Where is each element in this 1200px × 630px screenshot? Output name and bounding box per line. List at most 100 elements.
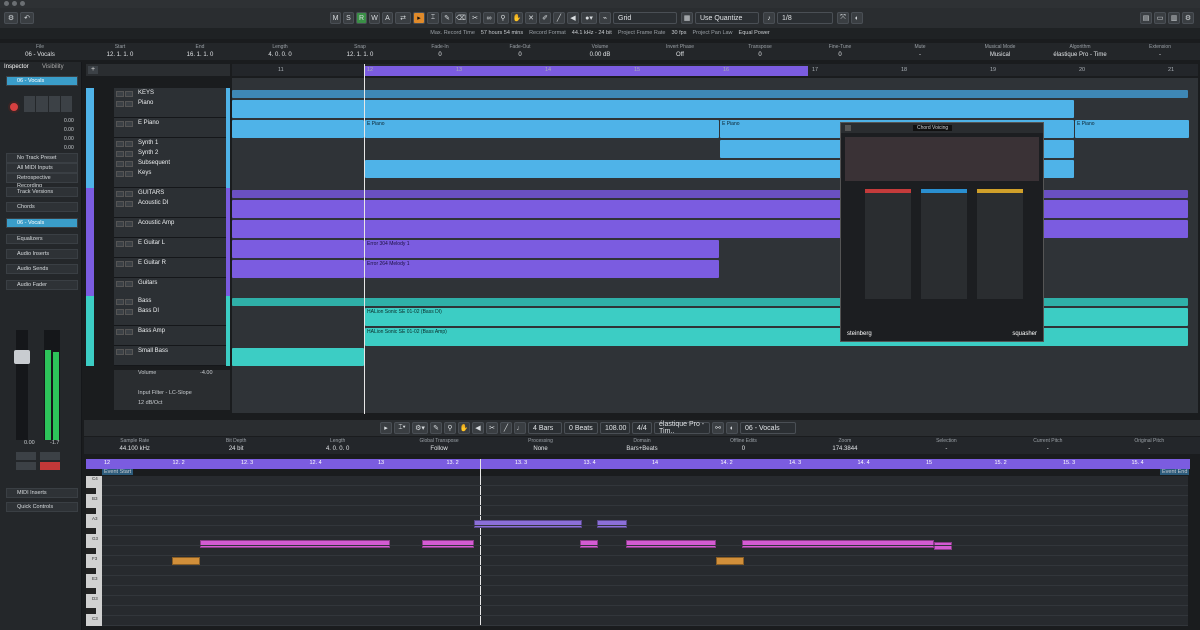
vocal-note[interactable] — [716, 557, 744, 565]
mute-button[interactable] — [116, 121, 124, 127]
fader-mute-button[interactable] — [16, 452, 36, 460]
solo-button[interactable] — [125, 261, 133, 267]
lower-zoom-icon[interactable]: ⚲ — [444, 422, 456, 434]
eguitar-l-event-1[interactable] — [232, 240, 364, 258]
close-dot-icon[interactable] — [4, 1, 9, 6]
section-chords[interactable]: Chords — [6, 202, 78, 212]
layout-left-icon[interactable]: ▤ — [1140, 12, 1152, 24]
mute-button[interactable] — [116, 201, 124, 207]
draw-tool-icon[interactable]: ✐ — [539, 12, 551, 24]
solo-button[interactable] — [125, 161, 133, 167]
fader-cap[interactable] — [14, 350, 30, 364]
mode-r-button[interactable]: R — [356, 12, 367, 24]
vocal-note[interactable] — [422, 540, 474, 548]
line-tool-icon[interactable]: ╱ — [553, 12, 565, 24]
solo-button[interactable] — [125, 349, 133, 355]
lower-info-field[interactable]: Sample Rate 44.100 kHz — [84, 437, 185, 454]
acoustic-amp-event[interactable] — [232, 220, 1188, 238]
bass-amp-event[interactable]: HALion Sonic SE 01-02 (Bass Amp) — [365, 328, 1188, 346]
black-key[interactable] — [86, 608, 96, 614]
lower-select-icon[interactable]: ▸ — [380, 422, 392, 434]
solo-button[interactable] — [125, 191, 133, 197]
solo-button[interactable] — [125, 141, 133, 147]
lower-info-field[interactable]: Global Transpose Follow — [388, 437, 489, 454]
vocal-note[interactable] — [626, 540, 716, 548]
acoustic-di-event[interactable] — [232, 200, 1188, 218]
activate-project-button[interactable]: ⚙ — [4, 12, 18, 24]
solo-button[interactable] — [125, 221, 133, 227]
info-field[interactable]: Fade-Out 0 — [480, 43, 560, 60]
quantize-select[interactable]: Use Quantize — [695, 12, 759, 24]
vocal-note[interactable] — [172, 557, 200, 565]
black-key[interactable] — [86, 528, 96, 534]
info-field[interactable]: File 06 - Vocals — [0, 43, 80, 60]
zoom-tool-icon[interactable]: ⚲ — [497, 12, 509, 24]
track-preset-field[interactable]: No Track Preset — [6, 153, 78, 163]
lower-speaker-icon[interactable]: ◀ — [472, 422, 484, 434]
vocal-note[interactable] — [934, 542, 952, 550]
mute-button[interactable] — [116, 161, 124, 167]
tempo-field[interactable]: 108.00 — [600, 422, 630, 434]
info-field[interactable]: Mute - — [880, 43, 960, 60]
lower-info-field[interactable]: Length 4. 0. 0. 0 — [287, 437, 388, 454]
monitor-icon[interactable] — [24, 96, 72, 112]
playhead[interactable] — [364, 64, 365, 414]
pencil-tool-icon[interactable]: ✎ — [441, 12, 453, 24]
mute-button[interactable] — [116, 299, 124, 305]
lower-info-field[interactable]: Bit Depth 24 bit — [185, 437, 286, 454]
black-key[interactable] — [86, 508, 96, 514]
plugin-preset[interactable]: Chord Voicing — [913, 125, 953, 131]
track-header[interactable]: Guitars — [114, 278, 230, 298]
lower-info-field[interactable]: Offline Edits 0 — [693, 437, 794, 454]
quant-preset-icon[interactable]: ♪ — [763, 12, 775, 24]
section-track[interactable]: 06 - Vocals — [6, 218, 78, 228]
info-field[interactable]: Extension - — [1120, 43, 1200, 60]
solo-button[interactable] — [125, 201, 133, 207]
mode-w-button[interactable]: W — [369, 12, 380, 24]
mute-button[interactable] — [116, 151, 124, 157]
track-header[interactable]: Bass DI — [114, 306, 230, 326]
lower-info-field[interactable]: Selection - — [896, 437, 997, 454]
mode-s-button[interactable]: S — [343, 12, 354, 24]
lower-link-icon[interactable]: ⚯ — [712, 422, 724, 434]
autoscroll-button[interactable]: ⇄ — [395, 12, 411, 24]
track-header[interactable]: Piano — [114, 98, 230, 118]
keys-folder-event[interactable] — [232, 90, 1188, 98]
solo-button[interactable] — [125, 171, 133, 177]
lower-range-icon[interactable]: ⌶▾ — [394, 422, 410, 434]
mute-button[interactable] — [116, 221, 124, 227]
mute-tool-icon[interactable]: ✕ — [525, 12, 537, 24]
visibility-tab[interactable]: Visibility — [42, 64, 64, 70]
mute-button[interactable] — [116, 191, 124, 197]
solo-button[interactable] — [125, 101, 133, 107]
inspector-track-name[interactable]: 06 - Vocals — [6, 76, 78, 86]
bass-folder-event[interactable] — [232, 298, 1188, 306]
bars-select[interactable]: 4 Bars — [528, 422, 562, 434]
layout-lower-icon[interactable]: ▭ — [1154, 12, 1166, 24]
solo-button[interactable] — [125, 329, 133, 335]
info-field[interactable]: Fade-In 0 — [400, 43, 480, 60]
lower-hand-icon[interactable]: ✋ — [458, 422, 470, 434]
track-header[interactable]: E Guitar L — [114, 238, 230, 258]
info-field[interactable]: Transpose 0 — [720, 43, 800, 60]
track-header[interactable]: E Piano — [114, 118, 230, 138]
info-field[interactable]: Musical Mode Musical — [960, 43, 1040, 60]
solo-button[interactable] — [125, 309, 133, 315]
track-header[interactable]: Acoustic Amp — [114, 218, 230, 238]
black-key[interactable] — [86, 588, 96, 594]
mute-button[interactable] — [116, 101, 124, 107]
epiano-event-1[interactable] — [232, 120, 364, 138]
solo-button[interactable] — [125, 91, 133, 97]
info-field[interactable]: Invert Phase Off — [640, 43, 720, 60]
lower-line-icon[interactable]: ╱ — [500, 422, 512, 434]
mode-m-button[interactable]: M — [330, 12, 341, 24]
epiano-event-2[interactable]: E Piano — [365, 120, 719, 138]
grid-type-select[interactable]: Grid — [613, 12, 677, 24]
section-track-versions[interactable]: Track Versions — [6, 187, 78, 197]
mute-button[interactable] — [116, 91, 124, 97]
hand-tool-icon[interactable]: ✋ — [511, 12, 523, 24]
plugin-band-2[interactable] — [921, 189, 967, 299]
solo-button[interactable] — [125, 121, 133, 127]
retro-recording-field[interactable]: Retrospective Recording — [6, 173, 78, 189]
section-audio-inserts[interactable]: Audio Inserts — [6, 249, 78, 259]
